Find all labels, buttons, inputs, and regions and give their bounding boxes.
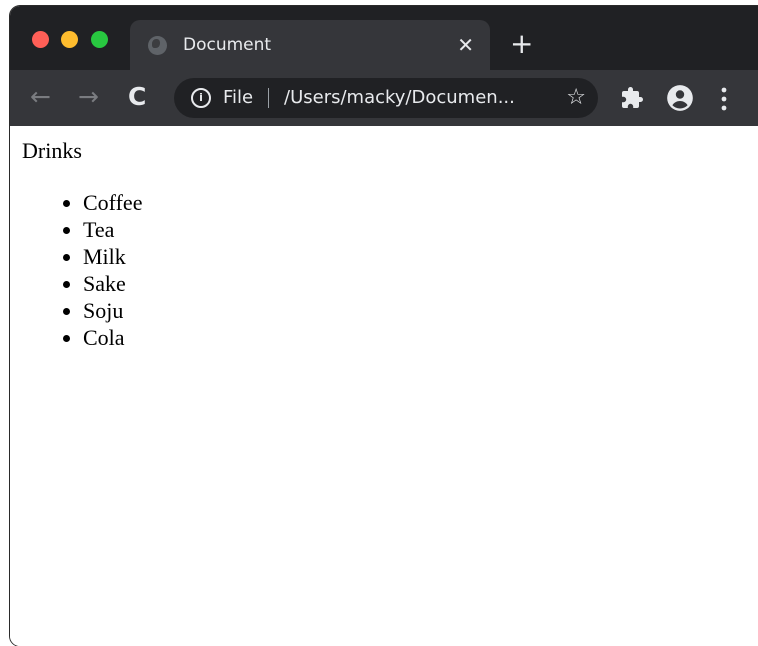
tab-title: Document	[183, 35, 272, 55]
forward-button[interactable]: →	[78, 82, 99, 112]
puzzle-icon[interactable]	[620, 86, 644, 110]
list-item: Milk	[83, 243, 142, 270]
omnibox-divider	[268, 88, 269, 108]
info-icon[interactable]: i	[191, 88, 211, 108]
title-bar: Document ✕ +	[10, 6, 758, 70]
page-content: Drinks Coffee Tea Milk Sake Soju Cola	[10, 126, 758, 646]
kebab-menu-icon[interactable]	[721, 87, 727, 111]
drinks-list: Coffee Tea Milk Sake Soju Cola	[54, 189, 142, 351]
list-item: Coffee	[83, 189, 142, 216]
close-tab-icon[interactable]: ✕	[457, 32, 474, 58]
maximize-window-button[interactable]	[91, 31, 108, 48]
back-button[interactable]: ←	[30, 82, 51, 112]
list-item: Soju	[83, 297, 142, 324]
toolbar: ← → C i File /Users/macky/Documen... ☆	[10, 70, 758, 126]
browser-window: Document ✕ + ← → C i File /Users/macky/D…	[10, 6, 758, 646]
tab-document[interactable]: Document ✕	[130, 20, 490, 70]
page-heading: Drinks	[22, 138, 82, 163]
list-item: Cola	[83, 324, 142, 351]
list-item: Tea	[83, 216, 142, 243]
account-circle-icon[interactable]	[666, 84, 694, 112]
bookmark-star-icon[interactable]: ☆	[566, 83, 586, 113]
address-bar[interactable]: i File /Users/macky/Documen... ☆	[174, 78, 598, 118]
url-text[interactable]: /Users/macky/Documen...	[284, 85, 515, 111]
reload-button[interactable]: C	[128, 82, 146, 112]
close-window-button[interactable]	[32, 31, 49, 48]
minimize-window-button[interactable]	[61, 31, 78, 48]
new-tab-button[interactable]: +	[510, 28, 533, 60]
globe-icon	[148, 36, 167, 55]
list-item: Sake	[83, 270, 142, 297]
scheme-label[interactable]: File	[223, 85, 253, 111]
